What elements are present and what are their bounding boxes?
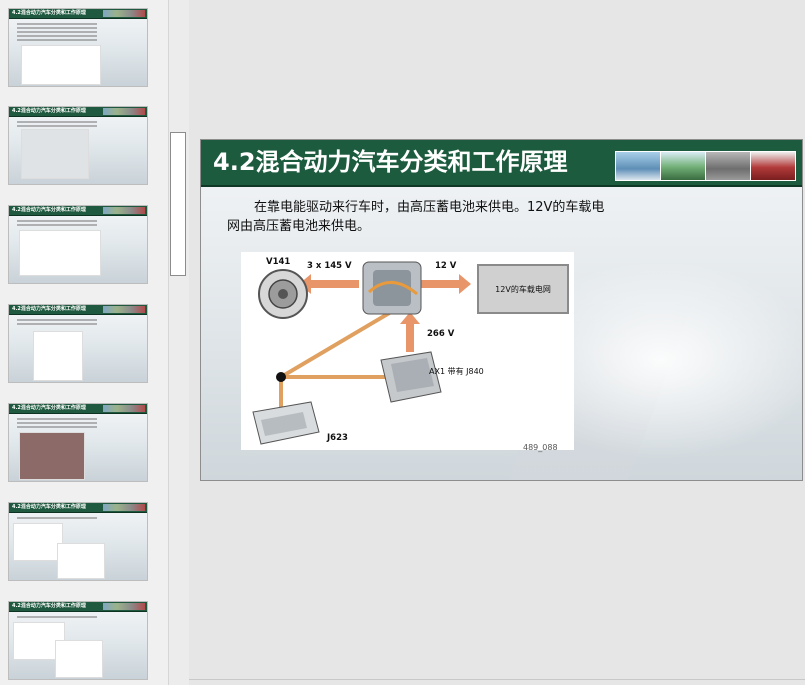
thumbnail-image <box>21 129 89 179</box>
thumbnail-title-bar: 4.2混合动力汽车分类和工作原理 <box>9 503 147 513</box>
thumbnail-photo-strip <box>103 306 145 313</box>
slide-thumbnail[interactable]: 4.2混合动力汽车分类和工作原理 <box>8 403 148 482</box>
thumbnail-title: 4.2混合动力汽车分类和工作原理 <box>12 207 86 213</box>
thumbnail-photo-strip <box>103 207 145 214</box>
thumbnail-title-bar: 4.2混合动力汽车分类和工作原理 <box>9 107 147 117</box>
arrow-right <box>419 274 471 294</box>
thumbnail-scrollbar[interactable] <box>168 0 190 685</box>
thumbnail-image <box>13 523 63 561</box>
slide-thumbnail[interactable]: 4.2混合动力汽车分类和工作原理 <box>8 8 148 87</box>
label-j623: J623 <box>327 433 348 443</box>
thumbnail-photo-strip <box>103 603 145 610</box>
figure-number: 489_088 <box>523 443 558 452</box>
scrollbar-thumb[interactable] <box>170 132 186 276</box>
arrow-up <box>400 312 420 352</box>
car-photo <box>660 151 706 181</box>
slide-title-bar: 4.2混合动力汽车分类和工作原理 <box>201 140 802 187</box>
onboard-12v-network-box: 12V的车载电网 <box>477 264 569 314</box>
thumbnail-image <box>21 45 101 85</box>
arrow-left <box>299 274 359 294</box>
power-flow-diagram: V141 3 x 145 V 12 V 12V的车载电网 266 V AX1 带… <box>241 252 574 452</box>
thumbnail-photo-strip <box>103 504 145 511</box>
thumbnail-title: 4.2混合动力汽车分类和工作原理 <box>12 504 86 510</box>
thumbnail-text-lines <box>17 21 97 43</box>
label-3x145v: 3 x 145 V <box>307 261 352 271</box>
thumbnail-title-bar: 4.2混合动力汽车分类和工作原理 <box>9 206 147 216</box>
thumbnail-text-lines <box>17 614 97 620</box>
thumbnail-photo-strip <box>103 10 145 17</box>
thumbnail-image <box>57 543 105 579</box>
thumbnail-text-lines <box>17 515 97 521</box>
slide-thumbnail[interactable]: 4.2混合动力汽车分类和工作原理 <box>8 304 148 383</box>
label-12v: 12 V <box>435 261 457 271</box>
thumbnail-title-bar: 4.2混合动力汽车分类和工作原理 <box>9 404 147 414</box>
thumbnail-photo-strip <box>103 108 145 115</box>
label-v141: V141 <box>266 257 291 267</box>
thumbnail-photo-strip <box>103 405 145 412</box>
wire-junction <box>276 372 286 382</box>
thumbnail-title-bar: 4.2混合动力汽车分类和工作原理 <box>9 305 147 315</box>
thumbnail-image <box>19 230 101 276</box>
thumbnail-title: 4.2混合动力汽车分类和工作原理 <box>12 306 86 312</box>
slide-thumbnail[interactable]: 4.2混合动力汽车分类和工作原理 <box>8 502 148 581</box>
thumbnail-image <box>33 331 83 381</box>
thumbnail-title: 4.2混合动力汽车分类和工作原理 <box>12 10 86 16</box>
slide-thumbnail[interactable]: 4.2混合动力汽车分类和工作原理 <box>8 205 148 284</box>
label-266v: 266 V <box>427 329 455 339</box>
thumbnail-title: 4.2混合动力汽车分类和工作原理 <box>12 108 86 114</box>
thumbnail-text-lines <box>17 317 97 327</box>
car-photo <box>750 151 796 181</box>
current-slide[interactable]: 4.2混合动力汽车分类和工作原理 在靠电能驱动来行车时，由高压蓄电池来供电。12… <box>200 139 803 481</box>
editor-divider <box>189 679 805 680</box>
label-ax1: AX1 带有 J840 <box>429 367 484 376</box>
slide-body-text: 在靠电能驱动来行车时，由高压蓄电池来供电。12V的车载电网由高压蓄电池来供电。 <box>227 200 605 234</box>
slide-thumbnail[interactable]: 4.2混合动力汽车分类和工作原理 <box>8 106 148 185</box>
thumbnail-text-lines <box>17 218 97 228</box>
car-photo <box>705 151 751 181</box>
thumbnail-title-bar: 4.2混合动力汽车分类和工作原理 <box>9 9 147 19</box>
thumbnail-image <box>19 432 85 480</box>
thumbnail-text-lines <box>17 416 97 430</box>
thumbnail-title: 4.2混合动力汽车分类和工作原理 <box>12 405 86 411</box>
slide-title: 4.2混合动力汽车分类和工作原理 <box>213 148 568 176</box>
car-photo <box>615 151 661 181</box>
thumbnail-text-lines <box>17 119 97 129</box>
thumbnail-image <box>55 640 103 678</box>
thumbnail-title-bar: 4.2混合动力汽车分类和工作原理 <box>9 602 147 612</box>
thumbnail-title: 4.2混合动力汽车分类和工作原理 <box>12 603 86 609</box>
slide-thumbnail[interactable]: 4.2混合动力汽车分类和工作原理 <box>8 601 148 680</box>
